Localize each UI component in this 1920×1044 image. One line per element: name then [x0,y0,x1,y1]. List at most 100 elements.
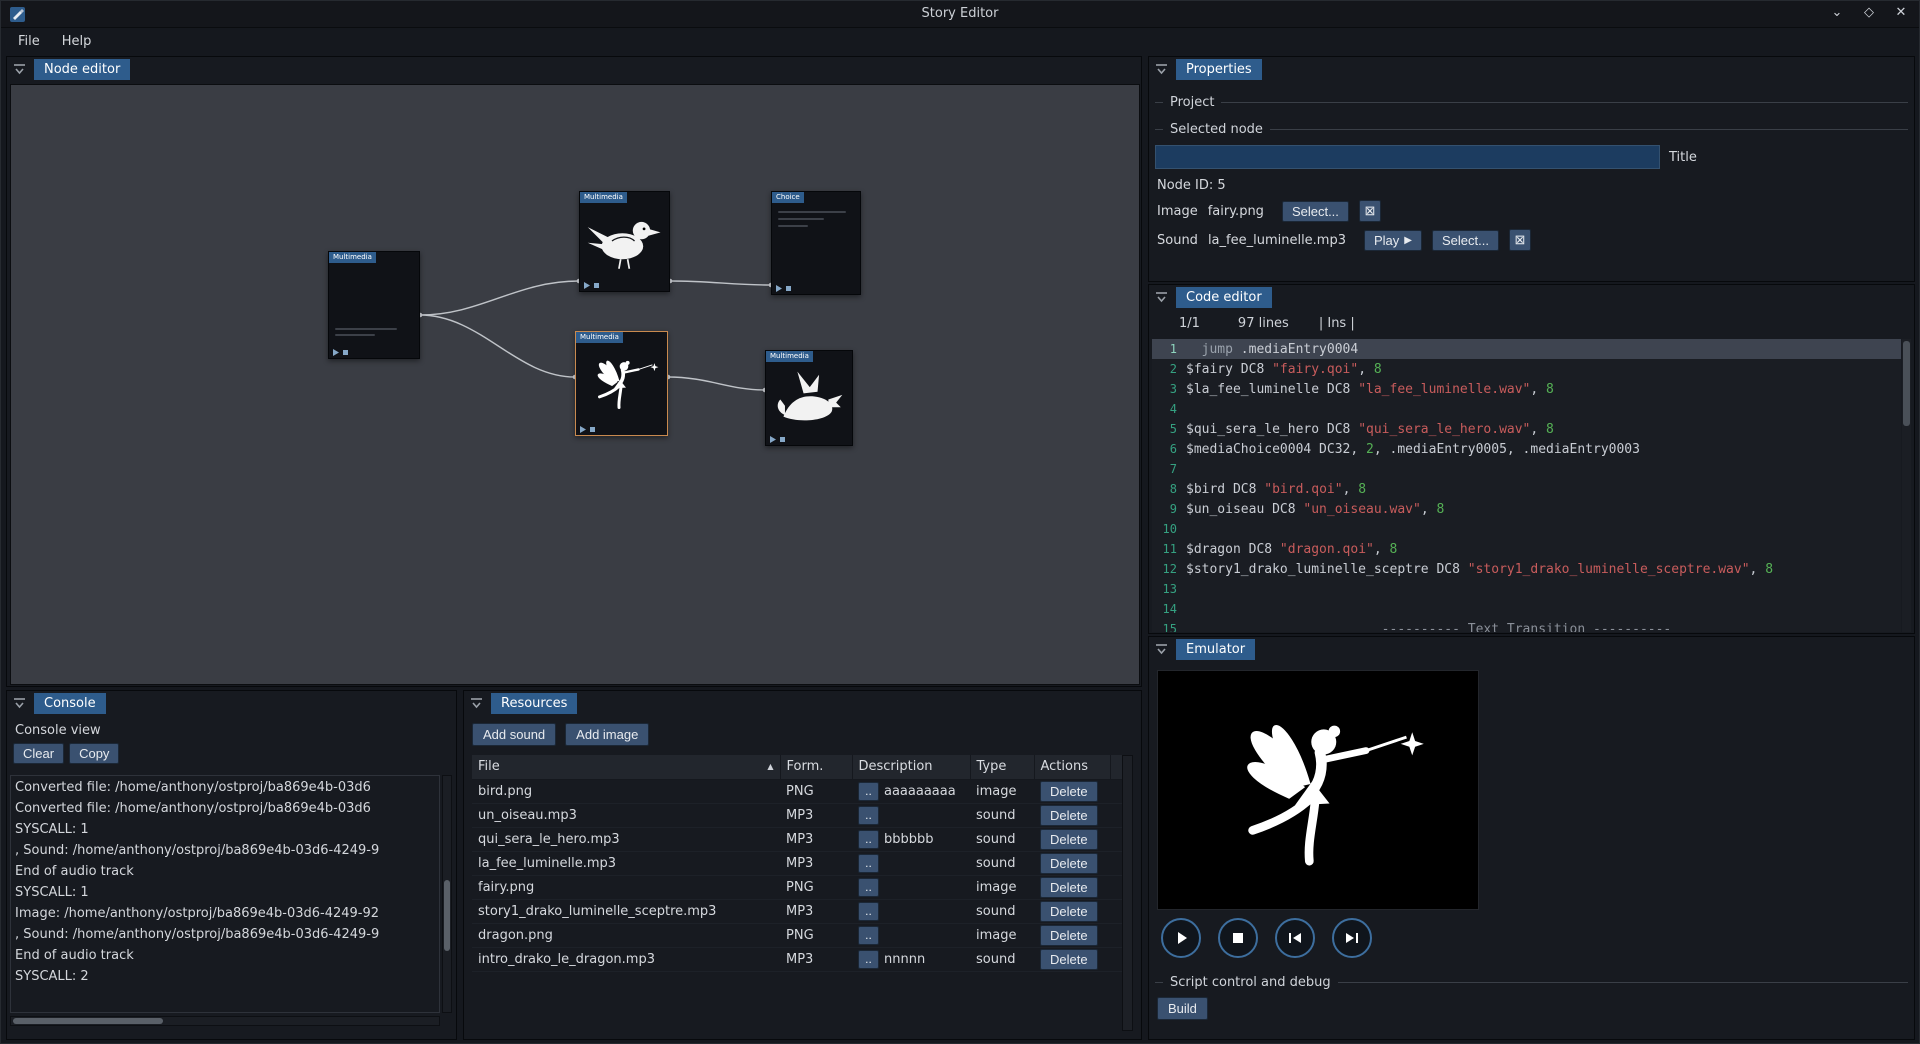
build-button[interactable]: Build [1157,997,1208,1020]
edit-description-button[interactable]: .. [858,830,879,849]
code-line[interactable]: 13 [1152,579,1901,599]
node-editor-tab[interactable]: Node editor [34,59,130,80]
delete-button[interactable]: Delete [1040,805,1098,826]
node-choice[interactable]: Choice [771,191,861,295]
scrollbar-thumb[interactable] [444,880,450,951]
step-forward-button[interactable] [1332,918,1372,958]
resource-row[interactable]: fairy.pngPNG..imageDelete [472,875,1125,899]
resource-row[interactable]: qui_sera_le_hero.mp3MP3..bbbbbbsoundDele… [472,827,1125,851]
code-line[interactable]: 14 [1152,599,1901,619]
column-type[interactable]: Type [970,755,1034,779]
node-play-icon[interactable] [583,282,590,289]
node-stop-icon[interactable] [593,282,600,289]
resource-row[interactable]: story1_drako_luminelle_sceptre.mp3MP3..s… [472,899,1125,923]
delete-button[interactable]: Delete [1040,877,1098,898]
edit-description-button[interactable]: .. [858,878,879,897]
collapse-icon[interactable] [1154,642,1169,657]
delete-button[interactable]: Delete [1040,829,1098,850]
edit-description-button[interactable]: .. [858,782,879,801]
sound-play-button[interactable]: Play▶ [1364,230,1422,251]
console-tab[interactable]: Console [34,693,106,714]
menu-file[interactable]: File [9,31,49,52]
column-actions[interactable]: Actions [1034,755,1110,779]
console-horizontal-scrollbar[interactable] [10,1016,440,1026]
maximize-button[interactable]: ◇ [1861,5,1877,20]
code-line[interactable]: 9$un_oiseau DC8 "un_oiseau.wav", 8 [1152,499,1901,519]
node-start[interactable]: Multimedia [328,251,420,359]
edit-description-button[interactable]: .. [858,854,879,873]
delete-button[interactable]: Delete [1040,781,1098,802]
resource-row[interactable]: dragon.pngPNG..imageDelete [472,923,1125,947]
node-canvas[interactable]: Multimedia Multimedia [10,84,1140,685]
console-vertical-scrollbar[interactable] [442,775,452,1013]
code-line[interactable]: 10 [1152,519,1901,539]
scrollbar-thumb[interactable] [13,1018,163,1024]
code-line[interactable]: 15 ---------- Text Transition ---------- [1152,619,1901,632]
resource-row[interactable]: intro_drako_le_dragon.mp3MP3..nnnnnsound… [472,947,1125,971]
column-description[interactable]: Description [852,755,970,779]
column-format[interactable]: Form. [780,755,852,779]
node-play-icon[interactable] [775,285,782,292]
code-scrollbar[interactable] [1902,339,1911,632]
image-clear-button[interactable]: ⊠ [1359,200,1381,222]
code-line[interactable]: 7 [1152,459,1901,479]
collapse-icon[interactable] [1154,62,1169,77]
collapse-icon[interactable] [12,62,27,77]
edit-description-button[interactable]: .. [858,806,879,825]
node-stop-icon[interactable] [779,436,786,443]
code-line[interactable]: 12$story1_drako_luminelle_sceptre DC8 "s… [1152,559,1901,579]
code-line[interactable]: 3$la_fee_luminelle DC8 "la_fee_luminelle… [1152,379,1901,399]
node-stop-icon[interactable] [589,426,596,433]
titlebar[interactable]: Story Editor ⌄ ◇ ✕ [1,1,1919,28]
collapse-icon[interactable] [1154,290,1169,305]
code-line[interactable]: 5$qui_sera_le_hero DC8 "qui_sera_le_hero… [1152,419,1901,439]
collapse-icon[interactable] [469,696,484,711]
stop-button[interactable] [1218,918,1258,958]
menu-help[interactable]: Help [53,31,101,52]
code-line[interactable]: 11$dragon DC8 "dragon.qoi", 8 [1152,539,1901,559]
edit-description-button[interactable]: .. [858,926,879,945]
code-line[interactable]: 1 jump .mediaEntry0004 [1152,339,1901,359]
node-dragon[interactable]: Multimedia [765,350,853,446]
node-bird[interactable]: Multimedia [579,191,670,292]
node-stop-icon[interactable] [342,349,349,356]
code-editor-tab[interactable]: Code editor [1176,287,1272,308]
edit-description-button[interactable]: .. [858,902,879,921]
resources-tab[interactable]: Resources [491,693,577,714]
image-select-button[interactable]: Select... [1282,201,1349,222]
code-area[interactable]: 1 jump .mediaEntry00042$fairy DC8 "fairy… [1152,339,1901,632]
delete-button[interactable]: Delete [1040,853,1098,874]
delete-button[interactable]: Delete [1040,901,1098,922]
node-play-icon[interactable] [769,436,776,443]
sound-select-button[interactable]: Select... [1432,230,1499,251]
delete-button[interactable]: Delete [1040,949,1098,970]
title-input[interactable] [1155,145,1660,169]
scrollbar-thumb[interactable] [1903,341,1910,426]
delete-button[interactable]: Delete [1040,925,1098,946]
step-back-button[interactable] [1275,918,1315,958]
resource-row[interactable]: la_fee_luminelle.mp3MP3..soundDelete [472,851,1125,875]
play-button[interactable] [1161,918,1201,958]
clear-button[interactable]: Clear [13,743,64,764]
resource-row[interactable]: un_oiseau.mp3MP3..soundDelete [472,803,1125,827]
node-play-icon[interactable] [332,349,339,356]
column-file[interactable]: File▲ [472,755,780,779]
node-play-icon[interactable] [579,426,586,433]
code-line[interactable]: 6$mediaChoice0004 DC32, 2, .mediaEntry00… [1152,439,1901,459]
close-button[interactable]: ✕ [1893,5,1909,20]
minimize-button[interactable]: ⌄ [1829,5,1845,20]
code-line[interactable]: 8$bird DC8 "bird.qoi", 8 [1152,479,1901,499]
node-stop-icon[interactable] [785,285,792,292]
sound-clear-button[interactable]: ⊠ [1509,229,1531,251]
code-line[interactable]: 4 [1152,399,1901,419]
collapse-icon[interactable] [12,696,27,711]
node-fairy[interactable]: Multimedia [575,331,668,436]
add-image-button[interactable]: Add image [565,723,649,746]
copy-button[interactable]: Copy [69,743,119,764]
code-line[interactable]: 2$fairy DC8 "fairy.qoi", 8 [1152,359,1901,379]
resource-row[interactable]: bird.pngPNG..aaaaaaaaaimageDelete [472,779,1125,803]
resources-scrollbar[interactable] [1122,755,1133,1031]
emulator-tab[interactable]: Emulator [1176,639,1255,660]
add-sound-button[interactable]: Add sound [472,723,556,746]
edit-description-button[interactable]: .. [858,950,879,969]
